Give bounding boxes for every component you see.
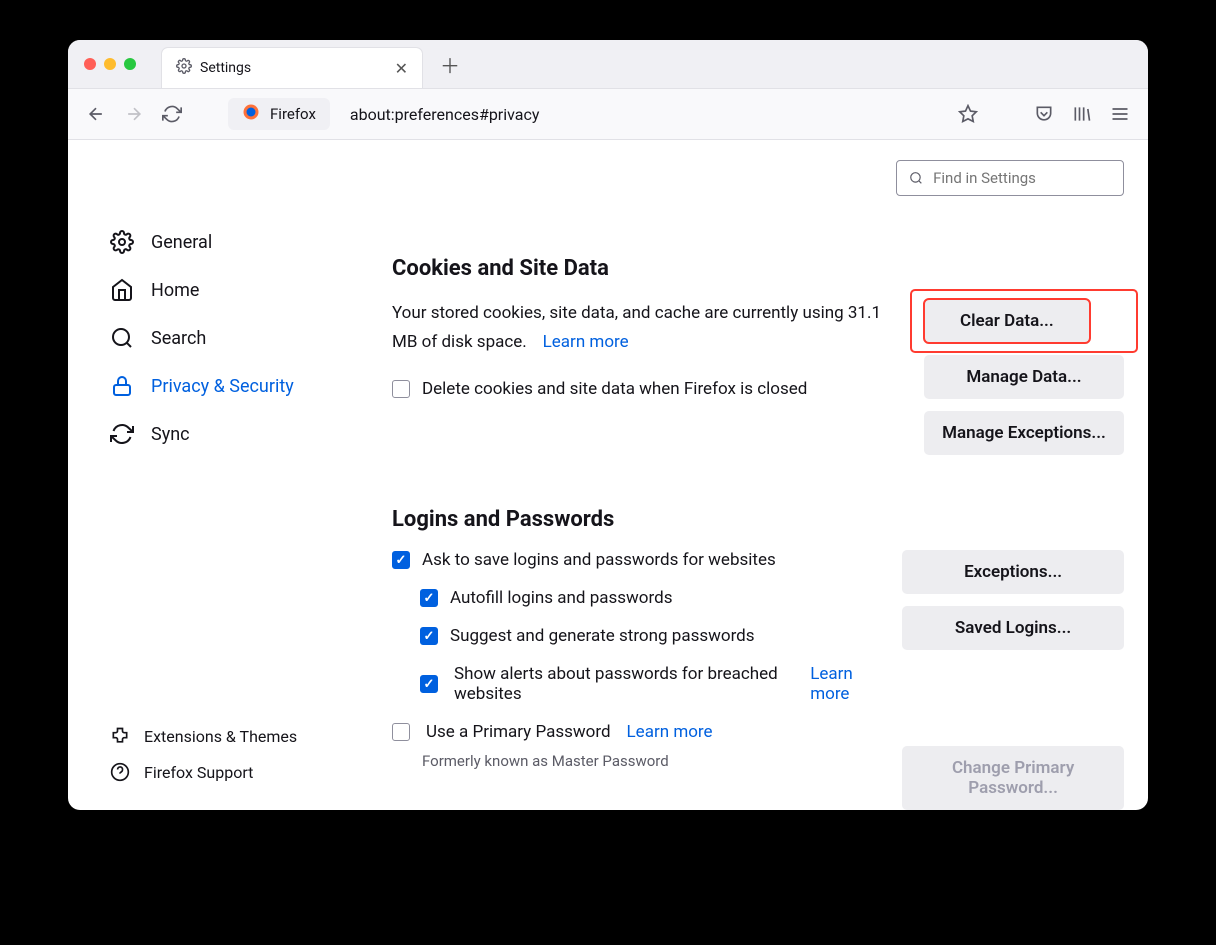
new-tab-button[interactable]: ＋ [440,50,460,79]
manage-exceptions-button[interactable]: Manage Exceptions... [924,411,1124,455]
sidebar-foot-label: Extensions & Themes [144,727,297,746]
sidebar-item-label: General [151,232,212,253]
autofill-label: Autofill logins and passwords [450,588,672,608]
ask-save-label: Ask to save logins and passwords for web… [422,550,776,570]
sync-icon [110,422,134,446]
url-text[interactable]: about:preferences#privacy [350,105,539,124]
identity-label: Firefox [270,105,316,123]
saved-logins-button[interactable]: Saved Logins... [902,606,1124,650]
delete-on-close-label: Delete cookies and site data when Firefo… [422,379,807,399]
tab-settings[interactable]: Settings ✕ [162,48,422,88]
puzzle-icon [110,726,130,746]
login-exceptions-button[interactable]: Exceptions... [902,550,1124,594]
sidebar-item-privacy[interactable]: Privacy & Security [110,374,348,398]
sidebar-support-link[interactable]: Firefox Support [110,762,297,782]
delete-on-close-checkbox[interactable] [392,380,410,398]
window-controls [84,58,136,70]
tab-strip: Settings ✕ ＋ [68,40,1148,88]
pocket-icon[interactable] [1032,102,1056,126]
back-button[interactable] [84,102,108,126]
forward-button[interactable] [122,102,146,126]
primary-password-checkbox[interactable] [392,723,410,741]
suggest-passwords-checkbox[interactable] [420,627,438,645]
menu-icon[interactable] [1108,102,1132,126]
find-in-settings-input[interactable] [933,169,1111,187]
tab-title: Settings [200,60,251,76]
main-panel: Cookies and Site Data Your stored cookie… [348,140,1148,810]
search-icon [110,326,134,350]
primary-password-learn-more-link[interactable]: Learn more [627,722,713,742]
clear-data-button[interactable]: Clear Data... [924,299,1090,343]
autofill-checkbox[interactable] [420,589,438,607]
section-title-logins: Logins and Passwords [392,507,1124,532]
find-in-settings[interactable] [896,160,1124,196]
sidebar-item-search[interactable]: Search [110,326,348,350]
sidebar-item-label: Search [151,328,206,349]
sidebar-item-general[interactable]: General [110,230,348,254]
help-icon [110,762,130,782]
suggest-passwords-label: Suggest and generate strong passwords [450,626,755,646]
sidebar: General Home Search Privacy & Security S… [68,140,348,810]
content-area: General Home Search Privacy & Security S… [68,140,1148,810]
sidebar-item-label: Home [151,280,199,301]
cookies-description: Your stored cookies, site data, and cach… [392,303,881,352]
home-icon [110,278,134,302]
sidebar-extensions-link[interactable]: Extensions & Themes [110,726,297,746]
sidebar-item-label: Privacy & Security [151,376,294,397]
urlbar: Firefox about:preferences#privacy [68,88,1148,140]
breach-alerts-label: Show alerts about passwords for breached… [454,664,794,704]
minimize-window-button[interactable] [104,58,116,70]
close-tab-button[interactable]: ✕ [395,59,408,78]
manage-data-button[interactable]: Manage Data... [924,355,1124,399]
sidebar-item-sync[interactable]: Sync [110,422,348,446]
lock-icon [110,374,134,398]
browser-window: Settings ✕ ＋ Firefox about:preferences#p… [68,40,1148,810]
breach-alerts-learn-more-link[interactable]: Learn more [810,664,884,704]
library-icon[interactable] [1070,102,1094,126]
change-primary-password-button: Change Primary Password... [902,746,1124,810]
primary-password-label: Use a Primary Password [426,722,611,742]
identity-pill[interactable]: Firefox [228,98,330,130]
section-title-cookies: Cookies and Site Data [392,256,1124,281]
breach-alerts-checkbox[interactable] [420,675,438,693]
close-window-button[interactable] [84,58,96,70]
sidebar-item-label: Sync [151,424,190,445]
gear-icon [110,230,134,254]
cookies-learn-more-link[interactable]: Learn more [543,332,629,352]
sidebar-item-home[interactable]: Home [110,278,348,302]
search-icon [909,170,923,186]
reload-button[interactable] [160,102,184,126]
gear-icon [176,58,192,78]
maximize-window-button[interactable] [124,58,136,70]
ask-save-checkbox[interactable] [392,551,410,569]
primary-password-hint: Formerly known as Master Password [422,752,884,770]
firefox-icon [242,103,260,125]
bookmark-star-icon[interactable] [956,102,980,126]
sidebar-foot-label: Firefox Support [144,763,253,782]
